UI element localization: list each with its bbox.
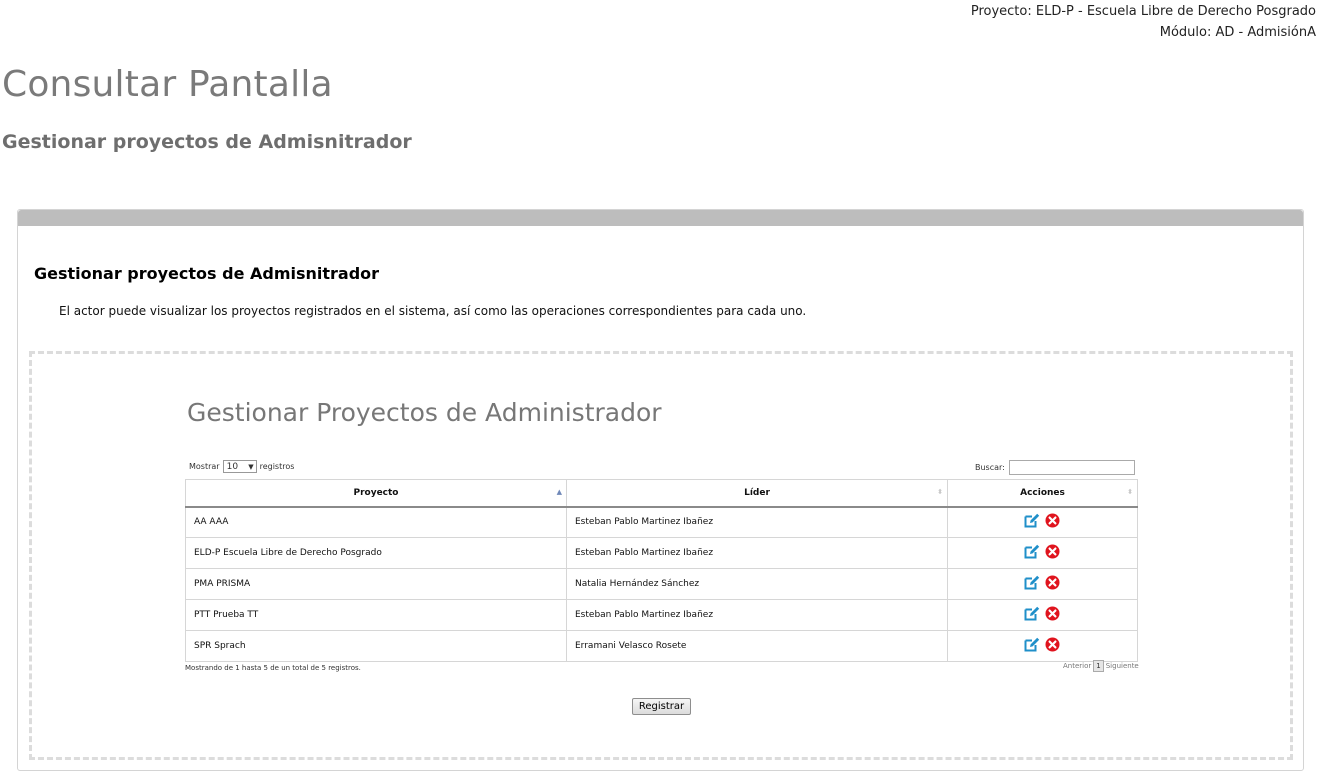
column-header-lider[interactable]: Líder ⬍ <box>566 479 948 508</box>
edit-icon[interactable] <box>1024 606 1040 624</box>
cell-lider: Erramani Velasco Rosete <box>566 630 948 662</box>
length-suffix: registros <box>259 462 295 471</box>
delete-icon[interactable] <box>1045 544 1060 562</box>
cell-acciones <box>947 506 1138 538</box>
register-button[interactable]: Registrar <box>632 698 691 715</box>
column-header-acciones[interactable]: Acciones ⬍ <box>947 479 1138 508</box>
delete-icon[interactable] <box>1045 606 1060 624</box>
section-title: Gestionar proyectos de Admisnitrador <box>34 264 380 283</box>
cell-acciones <box>947 537 1138 569</box>
column-label-proyecto: Proyecto <box>353 487 399 498</box>
cell-lider: Esteban Pablo Martinez Ibañez <box>566 599 948 631</box>
table-row: AA AAA Esteban Pablo Martinez Ibañez <box>185 506 1138 538</box>
panel-header-bar <box>18 210 1303 226</box>
cell-lider: Esteban Pablo Martinez Ibañez <box>566 537 948 569</box>
page-length-control: Mostrar 10 ▼ registros <box>189 460 294 473</box>
search-label: Buscar: <box>975 463 1005 472</box>
cell-lider: Natalia Hernández Sánchez <box>566 568 948 600</box>
edit-icon[interactable] <box>1024 575 1040 593</box>
pagination: Anterior 1 Siguiente <box>1063 660 1139 672</box>
screen-mockup: Gestionar Proyectos de Administrador Mos… <box>29 351 1293 760</box>
pagination-previous[interactable]: Anterior <box>1063 662 1091 670</box>
page-title: Consultar Pantalla <box>2 64 333 105</box>
page-length-select[interactable]: 10 ▼ <box>222 460 257 473</box>
sort-asc-icon: ▲ <box>556 488 562 496</box>
cell-proyecto: SPR Sprach <box>185 630 567 662</box>
edit-icon[interactable] <box>1024 544 1040 562</box>
module-line: Módulo: AD - AdmisiónA <box>1159 25 1316 40</box>
delete-icon[interactable] <box>1045 513 1060 531</box>
table-row: PMA PRISMA Natalia Hernández Sánchez <box>185 568 1138 600</box>
cell-acciones <box>947 630 1138 662</box>
column-header-proyecto[interactable]: Proyecto ▲ <box>185 479 567 508</box>
section-description: El actor puede visualizar los proyectos … <box>59 304 807 318</box>
screen-title: Gestionar Proyectos de Administrador <box>187 398 662 427</box>
cell-proyecto: AA AAA <box>185 506 567 538</box>
table-info: Mostrando de 1 hasta 5 de un total de 5 … <box>185 664 361 672</box>
search-control: Buscar: <box>975 460 1135 475</box>
edit-icon[interactable] <box>1024 637 1040 655</box>
column-label-lider: Líder <box>744 487 770 498</box>
screen-panel: Gestionar proyectos de Admisnitrador El … <box>17 209 1304 771</box>
project-info: Proyecto: ELD-P - Escuela Libre de Derec… <box>971 1 1316 43</box>
chevron-down-icon: ▼ <box>248 462 254 471</box>
delete-icon[interactable] <box>1045 575 1060 593</box>
length-prefix: Mostrar <box>189 462 220 471</box>
cell-proyecto: ELD-P Escuela Libre de Derecho Posgrado <box>185 537 567 569</box>
table-row: ELD-P Escuela Libre de Derecho Posgrado … <box>185 537 1138 569</box>
search-input[interactable] <box>1008 460 1135 475</box>
cell-lider: Esteban Pablo Martinez Ibañez <box>566 506 948 538</box>
page-subtitle: Gestionar proyectos de Admisnitrador <box>2 131 412 153</box>
delete-icon[interactable] <box>1045 637 1060 655</box>
cell-acciones <box>947 568 1138 600</box>
pagination-current-page[interactable]: 1 <box>1093 660 1104 672</box>
table-row: SPR Sprach Erramani Velasco Rosete <box>185 630 1138 662</box>
cell-proyecto: PTT Prueba TT <box>185 599 567 631</box>
page-length-value: 10 <box>226 461 239 472</box>
sort-both-icon: ⬍ <box>1127 488 1133 496</box>
column-label-acciones: Acciones <box>1020 487 1065 498</box>
project-line: Proyecto: ELD-P - Escuela Libre de Derec… <box>970 4 1316 19</box>
table-header-row: Proyecto ▲ Líder ⬍ Acciones ⬍ <box>185 479 1138 508</box>
table-row: PTT Prueba TT Esteban Pablo Martinez Iba… <box>185 599 1138 631</box>
projects-table: Proyecto ▲ Líder ⬍ Acciones ⬍ AA AAA Est… <box>185 479 1138 662</box>
pagination-next[interactable]: Siguiente <box>1106 662 1139 670</box>
cell-proyecto: PMA PRISMA <box>185 568 567 600</box>
cell-acciones <box>947 599 1138 631</box>
sort-both-icon: ⬍ <box>937 488 943 496</box>
edit-icon[interactable] <box>1024 513 1040 531</box>
